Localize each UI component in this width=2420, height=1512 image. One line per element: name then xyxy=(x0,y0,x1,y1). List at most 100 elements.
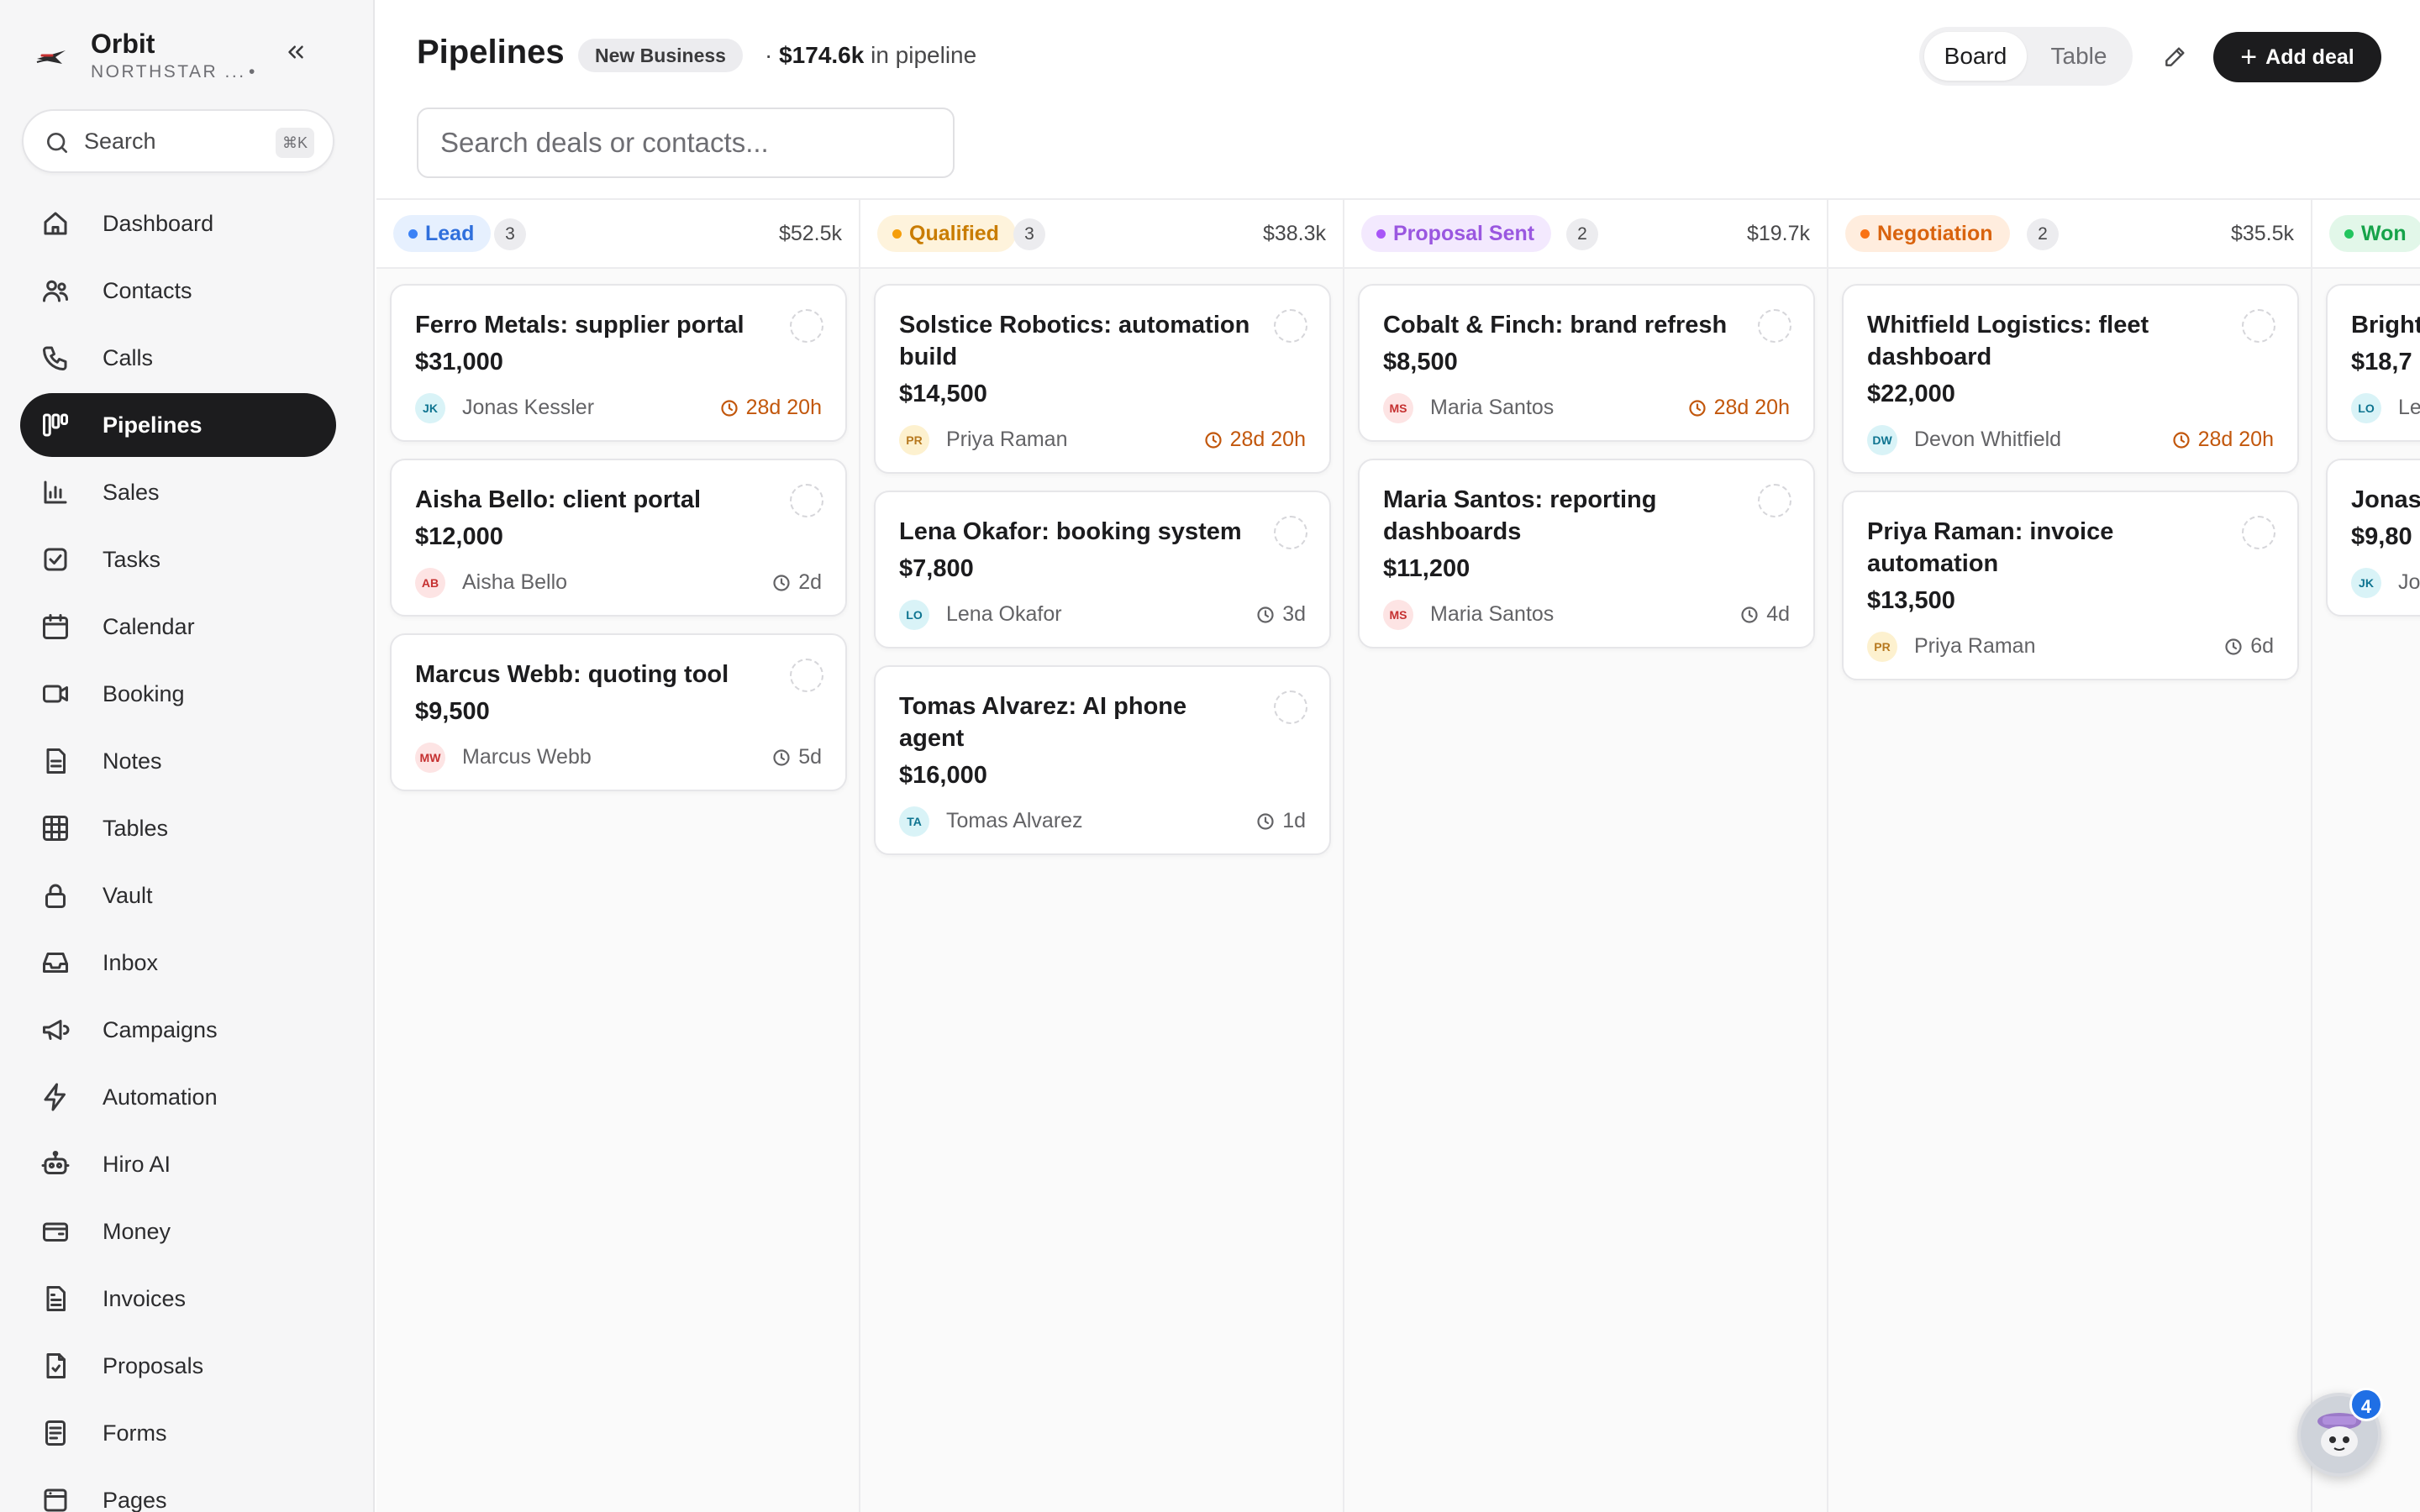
sidebar-item-campaigns[interactable]: Campaigns xyxy=(20,998,336,1062)
contact-name[interactable]: Jo xyxy=(2398,570,2420,595)
assistant-notification-badge: 4 xyxy=(2349,1388,2383,1421)
pipeline-selector[interactable]: New Business xyxy=(578,39,743,72)
robot-icon xyxy=(39,1147,72,1181)
mark-complete-circle[interactable] xyxy=(1274,690,1307,724)
mark-complete-circle[interactable] xyxy=(790,309,823,343)
stage-label[interactable]: Lead xyxy=(393,215,492,252)
contact-name[interactable]: Jonas Kessler xyxy=(462,396,594,420)
stage-label[interactable]: Proposal Sent xyxy=(1361,215,1552,252)
sidebar-item-invoices[interactable]: Invoices xyxy=(20,1267,336,1331)
contact-name[interactable]: Tomas Alvarez xyxy=(946,809,1083,833)
sidebar-item-inbox[interactable]: Inbox xyxy=(20,931,336,995)
sidebar-item-label: Inbox xyxy=(103,949,159,975)
contact-name[interactable]: Aisha Bello xyxy=(462,570,567,595)
sidebar-item-vault[interactable]: Vault xyxy=(20,864,336,927)
note-icon xyxy=(39,744,72,778)
stage-label[interactable]: Negotiation xyxy=(1845,215,2010,252)
inbox-icon xyxy=(39,946,72,979)
contact-name[interactable]: Marcus Webb xyxy=(462,745,592,769)
stage-dot xyxy=(1860,229,1870,239)
sidebar-item-tables[interactable]: Tables xyxy=(20,796,336,860)
deal-age: 2d xyxy=(771,570,822,595)
contact-name[interactable]: Le xyxy=(2398,396,2420,420)
add-deal-button[interactable]: + Add deal xyxy=(2213,32,2381,82)
collapse-sidebar-button[interactable] xyxy=(277,34,314,71)
stage-column-won: Won Bright intake $18,7 LO Le Jonas autom $9,8… xyxy=(2312,200,2420,1512)
deal-card[interactable]: Tomas Alvarez: AI phone agent $16,000 TA To… xyxy=(874,665,1331,855)
mark-complete-circle[interactable] xyxy=(1274,516,1307,549)
mark-complete-circle[interactable] xyxy=(2242,309,2275,343)
sidebar-item-tasks[interactable]: Tasks xyxy=(20,528,336,591)
stage-name: Negotiation xyxy=(1877,222,1993,245)
table-view-tab[interactable]: Table xyxy=(2030,32,2128,81)
sidebar-item-calls[interactable]: Calls xyxy=(20,326,336,390)
pipeline-icon xyxy=(39,408,72,442)
sidebar-item-money[interactable]: Money xyxy=(20,1200,336,1263)
contact-name[interactable]: Priya Raman xyxy=(946,428,1068,452)
deal-title: Lena Okafor: booking system xyxy=(899,518,1242,545)
sidebar-item-label: Proposals xyxy=(103,1352,204,1378)
workspace-menu-dot[interactable]: • xyxy=(249,62,255,82)
deal-card[interactable]: Whitfield Logistics: fleet dashboard $22,… xyxy=(1842,284,2299,474)
deal-footer: PR Priya Raman 6d xyxy=(1867,617,2274,679)
mark-complete-circle[interactable] xyxy=(1274,309,1307,343)
search-icon xyxy=(47,133,67,153)
sidebar-item-hiro-ai[interactable]: Hiro AI xyxy=(20,1132,336,1196)
stage-label[interactable]: Won xyxy=(2329,215,2420,252)
mark-complete-circle[interactable] xyxy=(1758,309,1791,343)
contact-name[interactable]: Maria Santos xyxy=(1430,396,1554,420)
mark-complete-circle[interactable] xyxy=(790,484,823,517)
edit-pipeline-button[interactable] xyxy=(2156,37,2195,76)
deal-card[interactable]: Marcus Webb: quoting tool $9,500 MW Marcus … xyxy=(390,633,847,791)
sidebar-search[interactable]: Search ⌘K xyxy=(22,109,334,173)
mark-complete-circle[interactable] xyxy=(2242,516,2275,549)
pipeline-board: Lead 3 $52.5k Ferro Metals: supplier portal… xyxy=(376,198,2420,1512)
deal-amount: $9,80 xyxy=(2351,523,2412,550)
deal-title: Whitfield Logistics: fleet dashboard xyxy=(1867,312,2149,370)
sidebar-item-proposals[interactable]: Proposals xyxy=(20,1334,336,1398)
page-title: Pipelines xyxy=(417,34,565,71)
sidebar-item-notes[interactable]: Notes xyxy=(20,729,336,793)
sidebar-item-sales[interactable]: Sales xyxy=(20,460,336,524)
phone-icon xyxy=(39,341,72,375)
deal-footer: JK Jo xyxy=(2351,553,2420,615)
sidebar-item-calendar[interactable]: Calendar xyxy=(20,595,336,659)
sidebar-item-contacts[interactable]: Contacts xyxy=(20,259,336,323)
deal-footer: JK Jonas Kessler 28d 20h xyxy=(415,378,822,440)
deal-card[interactable]: Solstice Robotics: automation build $14,5… xyxy=(874,284,1331,474)
deal-card[interactable]: Priya Raman: invoice automation $13,500 PR… xyxy=(1842,491,2299,680)
deal-search-input[interactable]: Search deals or contacts... xyxy=(417,108,955,178)
sidebar-item-forms[interactable]: Forms xyxy=(20,1401,336,1465)
sidebar-item-booking[interactable]: Booking xyxy=(20,662,336,726)
deal-card[interactable]: Jonas autom $9,80 JK Jo xyxy=(2326,459,2420,617)
mark-complete-circle[interactable] xyxy=(790,659,823,692)
contact-name[interactable]: Lena Okafor xyxy=(946,602,1062,627)
deal-card[interactable]: Aisha Bello: client portal $12,000 AB Aisha… xyxy=(390,459,847,617)
stage-header: Proposal Sent 2 $19.7k xyxy=(1344,200,1827,269)
deal-card[interactable]: Maria Santos: reporting dashboards $11,20… xyxy=(1358,459,1815,648)
view-toggle: Board Table xyxy=(1919,27,2133,86)
sidebar-item-dashboard[interactable]: Dashboard xyxy=(20,192,336,255)
sidebar-item-automation[interactable]: Automation xyxy=(20,1065,336,1129)
pencil-icon xyxy=(2165,47,2185,66)
sidebar-item-pages[interactable]: Pages xyxy=(20,1468,336,1512)
stage-deal-count: 3 xyxy=(1013,218,1045,250)
deal-card[interactable]: Ferro Metals: supplier portal $31,000 JK Jo… xyxy=(390,284,847,442)
stage-dot xyxy=(408,229,418,239)
deal-card[interactable]: Lena Okafor: booking system $7,800 LO Lena … xyxy=(874,491,1331,648)
deal-cards: Whitfield Logistics: fleet dashboard $22,… xyxy=(1842,284,2299,697)
deal-footer: MS Maria Santos 28d 20h xyxy=(1383,378,1790,440)
pipeline-total-suffix: in pipeline xyxy=(871,42,977,68)
mark-complete-circle[interactable] xyxy=(1758,484,1791,517)
lock-icon xyxy=(39,879,72,912)
sidebar-item-label: Tables xyxy=(103,815,169,841)
contact-name[interactable]: Devon Whitfield xyxy=(1914,428,2061,452)
sidebar-item-pipelines[interactable]: Pipelines xyxy=(20,393,336,457)
contact-name[interactable]: Priya Raman xyxy=(1914,634,2036,659)
deal-age: 5d xyxy=(771,745,822,769)
stage-label[interactable]: Qualified xyxy=(877,215,1016,252)
deal-card[interactable]: Bright intake $18,7 LO Le xyxy=(2326,284,2420,442)
board-view-tab[interactable]: Board xyxy=(1924,32,2027,81)
contact-name[interactable]: Maria Santos xyxy=(1430,602,1554,627)
deal-card[interactable]: Cobalt & Finch: brand refresh $8,500 MS Mar… xyxy=(1358,284,1815,442)
